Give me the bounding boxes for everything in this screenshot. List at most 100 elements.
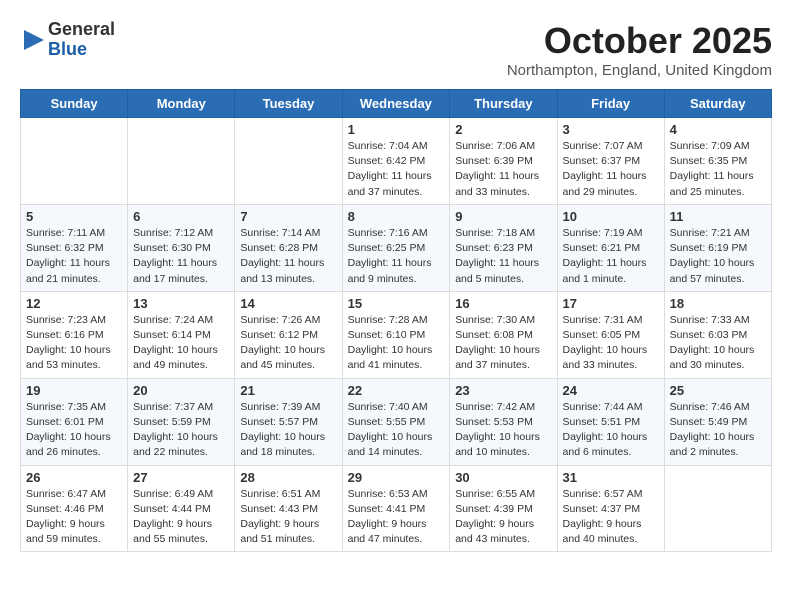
calendar-header-row: SundayMondayTuesdayWednesdayThursdayFrid… bbox=[21, 90, 772, 118]
logo-blue: Blue bbox=[48, 40, 115, 60]
calendar-cell: 8 Sunrise: 7:16 AM Sunset: 6:25 PM Daylig… bbox=[342, 204, 450, 291]
calendar-cell: 17 Sunrise: 7:31 AM Sunset: 6:05 PM Dayli… bbox=[557, 291, 664, 378]
day-detail: Sunrise: 7:19 AM Sunset: 6:21 PM Dayligh… bbox=[563, 226, 659, 287]
day-of-week-header: Thursday bbox=[450, 90, 557, 118]
day-number: 21 bbox=[240, 383, 336, 398]
logo-icon bbox=[20, 26, 48, 54]
day-number: 2 bbox=[455, 122, 551, 137]
calendar-cell: 18Sunrise: 7:33 AM Sunset: 6:03 PM Dayli… bbox=[664, 291, 771, 378]
day-detail: Sunrise: 6:49 AM Sunset: 4:44 PM Dayligh… bbox=[133, 487, 229, 548]
calendar-cell: 7Sunrise: 7:14 AM Sunset: 6:28 PM Daylig… bbox=[235, 204, 342, 291]
day-number: 6 bbox=[133, 209, 229, 224]
calendar-cell: 27 Sunrise: 6:49 AM Sunset: 4:44 PM Dayli… bbox=[128, 465, 235, 552]
calendar-table: SundayMondayTuesdayWednesdayThursdayFrid… bbox=[20, 89, 772, 552]
calendar-cell: 4 Sunrise: 7:09 AM Sunset: 6:35 PM Daylig… bbox=[664, 118, 771, 205]
day-number: 19 bbox=[26, 383, 122, 398]
day-number: 23 bbox=[455, 383, 551, 398]
day-number: 4 bbox=[670, 122, 766, 137]
day-detail: Sunrise: 7:44 AM Sunset: 5:51 PM Dayligh… bbox=[563, 400, 659, 461]
day-detail: Sunrise: 7:42 AM Sunset: 5:53 PM Dayligh… bbox=[455, 400, 551, 461]
day-number: 29 bbox=[348, 470, 445, 485]
day-number: 31 bbox=[563, 470, 659, 485]
day-number: 9 bbox=[455, 209, 551, 224]
calendar-cell: 9Sunrise: 7:18 AM Sunset: 6:23 PM Daylig… bbox=[450, 204, 557, 291]
day-of-week-header: Saturday bbox=[664, 90, 771, 118]
day-detail: Sunrise: 7:11 AM Sunset: 6:32 PM Dayligh… bbox=[26, 226, 122, 287]
day-detail: Sunrise: 7:31 AM Sunset: 6:05 PM Dayligh… bbox=[563, 313, 659, 374]
calendar-cell: 25 Sunrise: 7:46 AM Sunset: 5:49 PM Dayli… bbox=[664, 378, 771, 465]
calendar-week-row: 26Sunrise: 6:47 AM Sunset: 4:46 PM Dayli… bbox=[21, 465, 772, 552]
calendar-cell: 22 Sunrise: 7:40 AM Sunset: 5:55 PM Dayli… bbox=[342, 378, 450, 465]
day-detail: Sunrise: 7:35 AM Sunset: 6:01 PM Dayligh… bbox=[26, 400, 122, 461]
calendar-cell: 11Sunrise: 7:21 AM Sunset: 6:19 PM Dayli… bbox=[664, 204, 771, 291]
day-detail: Sunrise: 7:12 AM Sunset: 6:30 PM Dayligh… bbox=[133, 226, 229, 287]
calendar-cell: 29 Sunrise: 6:53 AM Sunset: 4:41 PM Dayli… bbox=[342, 465, 450, 552]
day-detail: Sunrise: 6:51 AM Sunset: 4:43 PM Dayligh… bbox=[240, 487, 336, 548]
day-of-week-header: Sunday bbox=[21, 90, 128, 118]
day-of-week-header: Tuesday bbox=[235, 90, 342, 118]
calendar-cell: 13 Sunrise: 7:24 AM Sunset: 6:14 PM Dayli… bbox=[128, 291, 235, 378]
day-detail: Sunrise: 7:16 AM Sunset: 6:25 PM Dayligh… bbox=[348, 226, 445, 287]
day-detail: Sunrise: 7:14 AM Sunset: 6:28 PM Dayligh… bbox=[240, 226, 336, 287]
day-detail: Sunrise: 6:53 AM Sunset: 4:41 PM Dayligh… bbox=[348, 487, 445, 548]
day-number: 12 bbox=[26, 296, 122, 311]
day-number: 13 bbox=[133, 296, 229, 311]
day-detail: Sunrise: 7:30 AM Sunset: 6:08 PM Dayligh… bbox=[455, 313, 551, 374]
logo: General Blue bbox=[20, 20, 115, 60]
calendar-cell: 14Sunrise: 7:26 AM Sunset: 6:12 PM Dayli… bbox=[235, 291, 342, 378]
day-detail: Sunrise: 6:57 AM Sunset: 4:37 PM Dayligh… bbox=[563, 487, 659, 548]
calendar-cell: 30 Sunrise: 6:55 AM Sunset: 4:39 PM Dayli… bbox=[450, 465, 557, 552]
title-area: October 2025 Northampton, England, Unite… bbox=[507, 20, 772, 79]
day-number: 18 bbox=[670, 296, 766, 311]
day-detail: Sunrise: 7:37 AM Sunset: 5:59 PM Dayligh… bbox=[133, 400, 229, 461]
day-number: 22 bbox=[348, 383, 445, 398]
calendar-cell: 21 Sunrise: 7:39 AM Sunset: 5:57 PM Dayli… bbox=[235, 378, 342, 465]
day-number: 8 bbox=[348, 209, 445, 224]
calendar-cell bbox=[235, 118, 342, 205]
calendar-cell: 23 Sunrise: 7:42 AM Sunset: 5:53 PM Dayli… bbox=[450, 378, 557, 465]
day-number: 17 bbox=[563, 296, 659, 311]
calendar-cell: 10 Sunrise: 7:19 AM Sunset: 6:21 PM Dayli… bbox=[557, 204, 664, 291]
calendar-cell bbox=[21, 118, 128, 205]
day-number: 5 bbox=[26, 209, 122, 224]
day-detail: Sunrise: 7:07 AM Sunset: 6:37 PM Dayligh… bbox=[563, 139, 659, 200]
day-detail: Sunrise: 7:06 AM Sunset: 6:39 PM Dayligh… bbox=[455, 139, 551, 200]
day-detail: Sunrise: 7:09 AM Sunset: 6:35 PM Dayligh… bbox=[670, 139, 766, 200]
day-detail: Sunrise: 7:23 AM Sunset: 6:16 PM Dayligh… bbox=[26, 313, 122, 374]
calendar-cell: 16Sunrise: 7:30 AM Sunset: 6:08 PM Dayli… bbox=[450, 291, 557, 378]
calendar-cell bbox=[664, 465, 771, 552]
calendar-cell: 2 Sunrise: 7:06 AM Sunset: 6:39 PM Daylig… bbox=[450, 118, 557, 205]
day-detail: Sunrise: 7:21 AM Sunset: 6:19 PM Dayligh… bbox=[670, 226, 766, 287]
day-number: 20 bbox=[133, 383, 229, 398]
day-number: 25 bbox=[670, 383, 766, 398]
month-title: October 2025 bbox=[507, 20, 772, 62]
logo-text: General Blue bbox=[48, 20, 115, 60]
calendar-cell: 5 Sunrise: 7:11 AM Sunset: 6:32 PM Daylig… bbox=[21, 204, 128, 291]
day-number: 27 bbox=[133, 470, 229, 485]
day-detail: Sunrise: 7:24 AM Sunset: 6:14 PM Dayligh… bbox=[133, 313, 229, 374]
day-detail: Sunrise: 6:47 AM Sunset: 4:46 PM Dayligh… bbox=[26, 487, 122, 548]
calendar-cell: 28Sunrise: 6:51 AM Sunset: 4:43 PM Dayli… bbox=[235, 465, 342, 552]
day-detail: Sunrise: 7:04 AM Sunset: 6:42 PM Dayligh… bbox=[348, 139, 445, 200]
day-number: 30 bbox=[455, 470, 551, 485]
day-detail: Sunrise: 6:55 AM Sunset: 4:39 PM Dayligh… bbox=[455, 487, 551, 548]
day-detail: Sunrise: 7:46 AM Sunset: 5:49 PM Dayligh… bbox=[670, 400, 766, 461]
day-number: 1 bbox=[348, 122, 445, 137]
day-of-week-header: Wednesday bbox=[342, 90, 450, 118]
calendar-week-row: 12 Sunrise: 7:23 AM Sunset: 6:16 PM Dayli… bbox=[21, 291, 772, 378]
calendar-cell: 1 Sunrise: 7:04 AM Sunset: 6:42 PM Daylig… bbox=[342, 118, 450, 205]
calendar-cell: 15Sunrise: 7:28 AM Sunset: 6:10 PM Dayli… bbox=[342, 291, 450, 378]
day-detail: Sunrise: 7:39 AM Sunset: 5:57 PM Dayligh… bbox=[240, 400, 336, 461]
calendar-cell: 31 Sunrise: 6:57 AM Sunset: 4:37 PM Dayli… bbox=[557, 465, 664, 552]
day-number: 10 bbox=[563, 209, 659, 224]
calendar-cell: 26Sunrise: 6:47 AM Sunset: 4:46 PM Dayli… bbox=[21, 465, 128, 552]
calendar-week-row: 1 Sunrise: 7:04 AM Sunset: 6:42 PM Daylig… bbox=[21, 118, 772, 205]
calendar-week-row: 5 Sunrise: 7:11 AM Sunset: 6:32 PM Daylig… bbox=[21, 204, 772, 291]
day-detail: Sunrise: 7:40 AM Sunset: 5:55 PM Dayligh… bbox=[348, 400, 445, 461]
day-of-week-header: Monday bbox=[128, 90, 235, 118]
day-detail: Sunrise: 7:26 AM Sunset: 6:12 PM Dayligh… bbox=[240, 313, 336, 374]
location: Northampton, England, United Kingdom bbox=[507, 62, 772, 79]
calendar-cell: 24Sunrise: 7:44 AM Sunset: 5:51 PM Dayli… bbox=[557, 378, 664, 465]
calendar-week-row: 19 Sunrise: 7:35 AM Sunset: 6:01 PM Dayli… bbox=[21, 378, 772, 465]
day-detail: Sunrise: 7:28 AM Sunset: 6:10 PM Dayligh… bbox=[348, 313, 445, 374]
